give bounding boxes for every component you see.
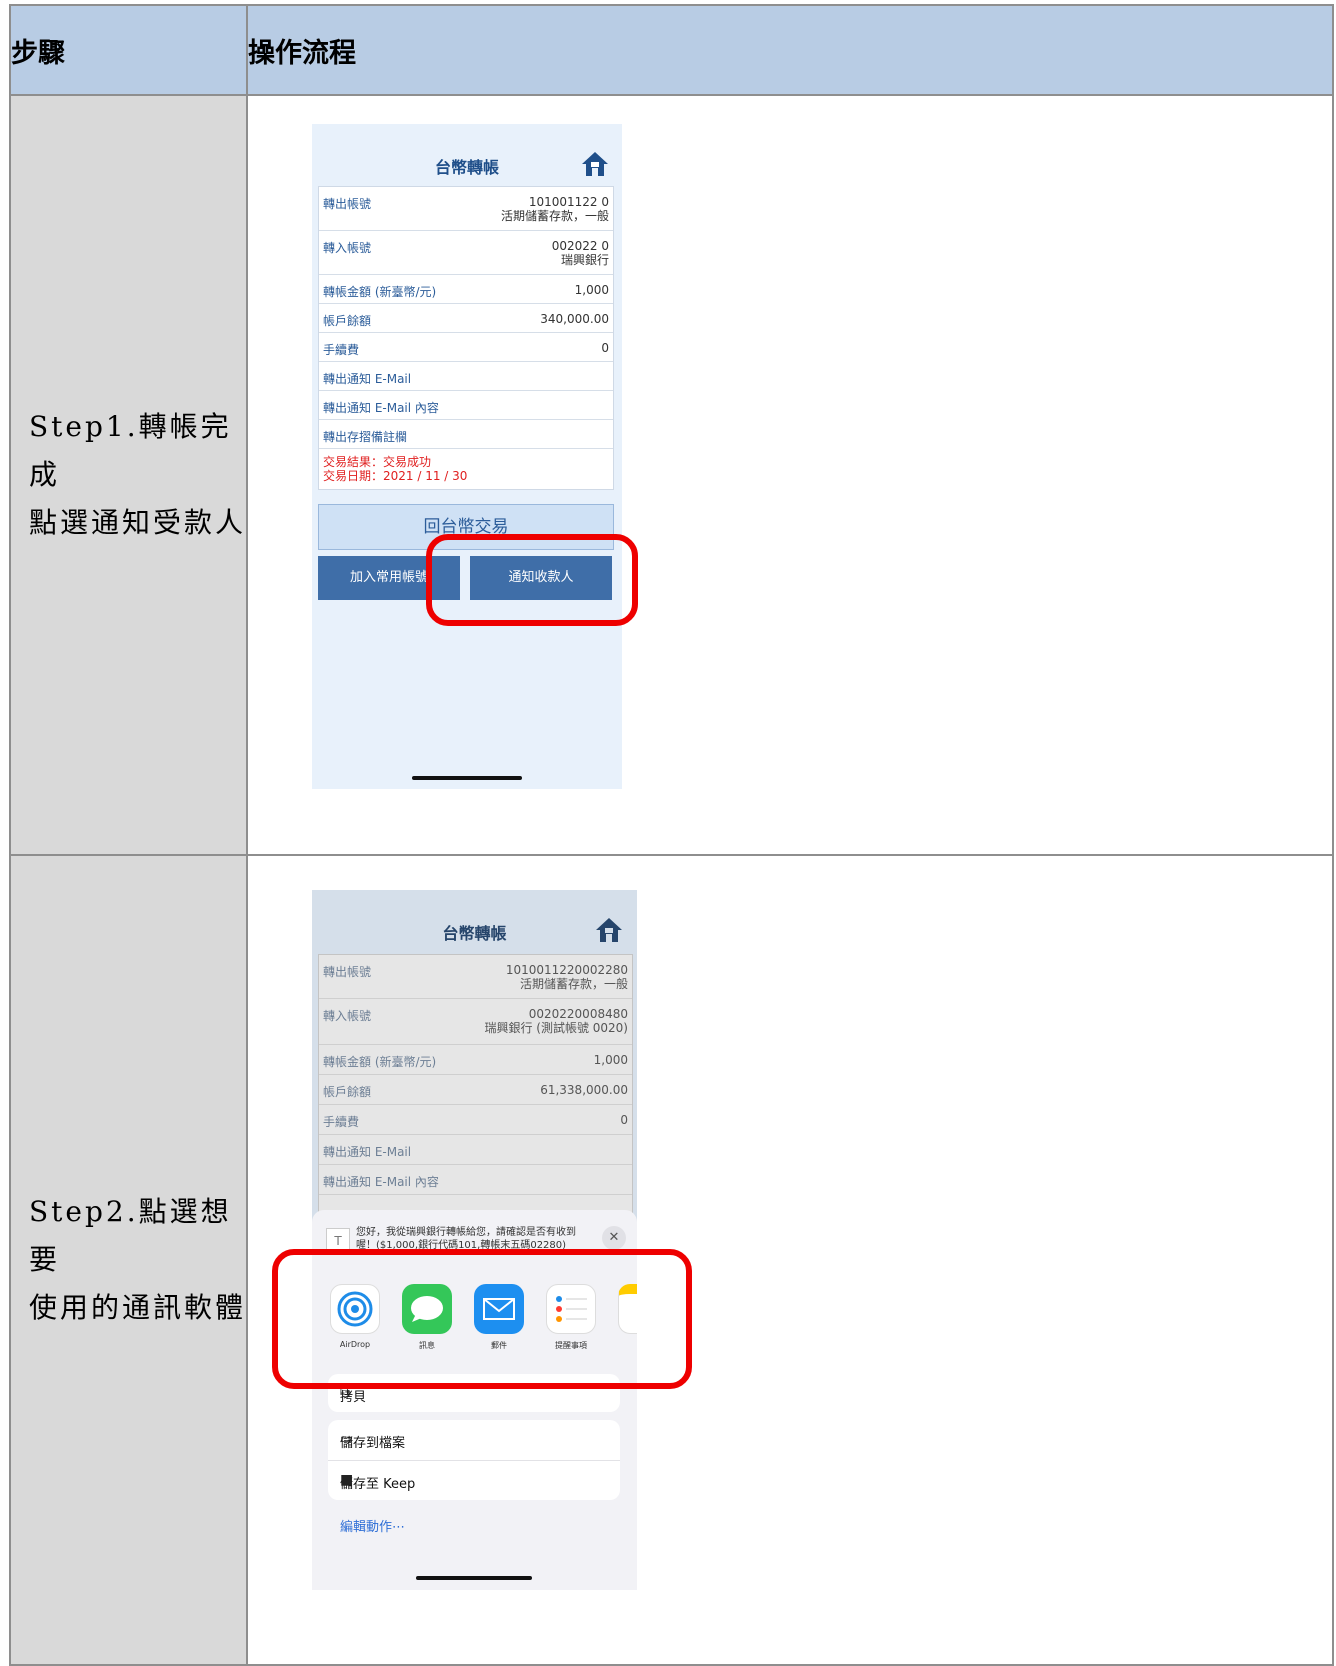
screen-title: 台幣轉帳 (434, 158, 499, 177)
home-icon[interactable] (594, 916, 624, 944)
row-value: 61,338,000.00 (540, 1083, 628, 1097)
step-line: Step1.轉帳完成 (29, 410, 232, 491)
value-line: 101001122 0 (528, 195, 609, 209)
step-label: Step2.點選想要 使用的通訊軟體 (9, 854, 248, 1666)
steps-table: 步驟 操作流程 Step1.轉帳完成 點選通知受款人 台幣轉帳 轉出帳號 101… (9, 4, 1334, 1666)
list-item: 轉出帳號 101001122 0 活期儲蓄存款，一般 (319, 187, 613, 231)
header-flow: 操作流程 (246, 4, 1334, 96)
phone-screenshot-share-sheet: 台幣轉帳 轉出帳號 1010011220002280 活期儲蓄存款，一般 轉入帳號… (312, 890, 637, 1590)
row-label: 轉入帳號 (323, 241, 372, 255)
list-item: 轉出通知 E-Mail (319, 362, 613, 391)
row-value: 340,000.00 (540, 312, 609, 326)
document: 步驟 操作流程 Step1.轉帳完成 點選通知受款人 台幣轉帳 轉出帳號 101… (0, 0, 1336, 1666)
result-line: 交易結果：交易成功 (323, 455, 432, 469)
list-item: 轉入帳號 0020220008480 瑞興銀行 (測試帳號 0020) (319, 999, 632, 1045)
value-line: 0020220008480 (528, 1007, 628, 1021)
folder-icon: ▭ (340, 1431, 354, 1447)
value-line: 1010011220002280 (505, 963, 628, 977)
action-group: 儲存到檔案 ▭ 儲存至 Keep ■ (328, 1420, 620, 1500)
value-line: 002022 0 (551, 239, 609, 253)
row-label: 轉出通知 E-Mail 內容 (323, 1175, 439, 1189)
phone-screenshot-transfer-done: 台幣轉帳 轉出帳號 101001122 0 活期儲蓄存款，一般 轉入帳號 0020… (312, 124, 622, 789)
list-item: 轉出通知 E-Mail (319, 1135, 632, 1165)
list-item: 轉出帳號 1010011220002280 活期儲蓄存款，一般 (319, 955, 632, 999)
screen-title: 台幣轉帳 (442, 924, 507, 943)
row-label: 轉出通知 E-Mail (323, 372, 412, 386)
row-value: 1010011220002280 活期儲蓄存款，一般 (506, 963, 628, 991)
flow-cell: 台幣轉帳 轉出帳號 101001122 0 活期儲蓄存款，一般 轉入帳號 0020… (246, 94, 1334, 856)
row-value: 0 (620, 1113, 628, 1127)
flow-cell: 台幣轉帳 轉出帳號 1010011220002280 活期儲蓄存款，一般 轉入帳號… (246, 854, 1334, 1666)
date-line: 交易日期：2021 / 11 / 30 (323, 469, 468, 483)
value-line: 活期儲蓄存款，一般 (500, 209, 609, 223)
row-label: 手續費 (323, 1115, 360, 1129)
list-item: 轉入帳號 002022 0 瑞興銀行 (319, 231, 613, 275)
value-line: 瑞興銀行 (測試帳號 0020) (484, 1021, 628, 1035)
row-value: 1,000 (593, 1053, 628, 1067)
list-item: 帳戶餘額 61,338,000.00 (319, 1075, 632, 1105)
close-icon[interactable]: ✕ (602, 1226, 626, 1250)
step-line: 使用的通訊軟體 (29, 1291, 247, 1324)
row-label: 轉帳金額 (新臺幣/元) (323, 285, 437, 299)
home-indicator (416, 1576, 532, 1580)
list-item: 轉帳金額 (新臺幣/元) 1,000 (319, 275, 613, 304)
row-value: 1,000 (574, 283, 609, 297)
highlight-box (272, 1249, 692, 1389)
home-indicator (412, 776, 522, 780)
edit-actions-link[interactable]: 編輯動作⋯ (340, 1516, 405, 1535)
table-row: Step2.點選想要 使用的通訊軟體 台幣轉帳 轉出帳號 10100112200… (9, 854, 1334, 1666)
list-item: 手續費 0 (319, 1105, 632, 1135)
row-label: 轉帳金額 (新臺幣/元) (323, 1055, 437, 1069)
list-item: 手續費 0 (319, 333, 613, 362)
table-row: Step1.轉帳完成 點選通知受款人 台幣轉帳 轉出帳號 101001122 0… (9, 94, 1334, 856)
list-item: 轉出通知 E-Mail 內容 (319, 391, 613, 420)
save-to-files-action[interactable]: 儲存到檔案 ▭ (328, 1420, 620, 1461)
row-value: 0020220008480 瑞興銀行 (測試帳號 0020) (484, 1007, 628, 1035)
list-item: 帳戶餘額 340,000.00 (319, 304, 613, 333)
detail-list: 轉出帳號 1010011220002280 活期儲蓄存款，一般 轉入帳號 0020… (318, 954, 633, 1226)
row-label: 轉出通知 E-Mail (323, 1145, 412, 1159)
save-to-keep-action[interactable]: 儲存至 Keep ■ (328, 1461, 620, 1501)
value-line: 瑞興銀行 (560, 253, 609, 267)
bookmark-icon: ■ (340, 1472, 354, 1488)
header-step: 步驟 (9, 4, 248, 96)
list-item: 轉帳金額 (新臺幣/元) 1,000 (319, 1045, 632, 1075)
row-label: 帳戶餘額 (323, 314, 372, 328)
value-line: 活期儲蓄存款，一般 (519, 977, 628, 991)
row-value: 101001122 0 活期儲蓄存款，一般 (501, 195, 609, 223)
step-line: 點選通知受款人 (29, 506, 247, 539)
list-item: 轉出存摺備註欄 (319, 420, 613, 449)
step-label: Step1.轉帳完成 點選通知受款人 (9, 94, 248, 856)
row-value: 002022 0 瑞興銀行 (552, 239, 609, 267)
row-label: 轉出通知 E-Mail 內容 (323, 401, 439, 415)
step-line: Step2.點選想要 (29, 1195, 232, 1276)
highlight-box (426, 534, 638, 626)
row-label: 轉出帳號 (323, 197, 372, 211)
row-label: 手續費 (323, 343, 360, 357)
result-item: 交易結果：交易成功 交易日期：2021 / 11 / 30 (319, 449, 613, 493)
row-label: 轉出存摺備註欄 (323, 430, 408, 444)
row-label: 轉入帳號 (323, 1009, 372, 1023)
detail-list: 轉出帳號 101001122 0 活期儲蓄存款，一般 轉入帳號 002022 0瑞… (318, 186, 614, 490)
row-label: 帳戶餘額 (323, 1085, 372, 1099)
list-item: 轉出通知 E-Mail 內容 (319, 1165, 632, 1195)
result-text: 交易結果：交易成功 交易日期：2021 / 11 / 30 (323, 455, 467, 483)
row-value: 0 (601, 341, 609, 355)
home-icon[interactable] (580, 150, 610, 178)
row-label: 轉出帳號 (323, 965, 372, 979)
